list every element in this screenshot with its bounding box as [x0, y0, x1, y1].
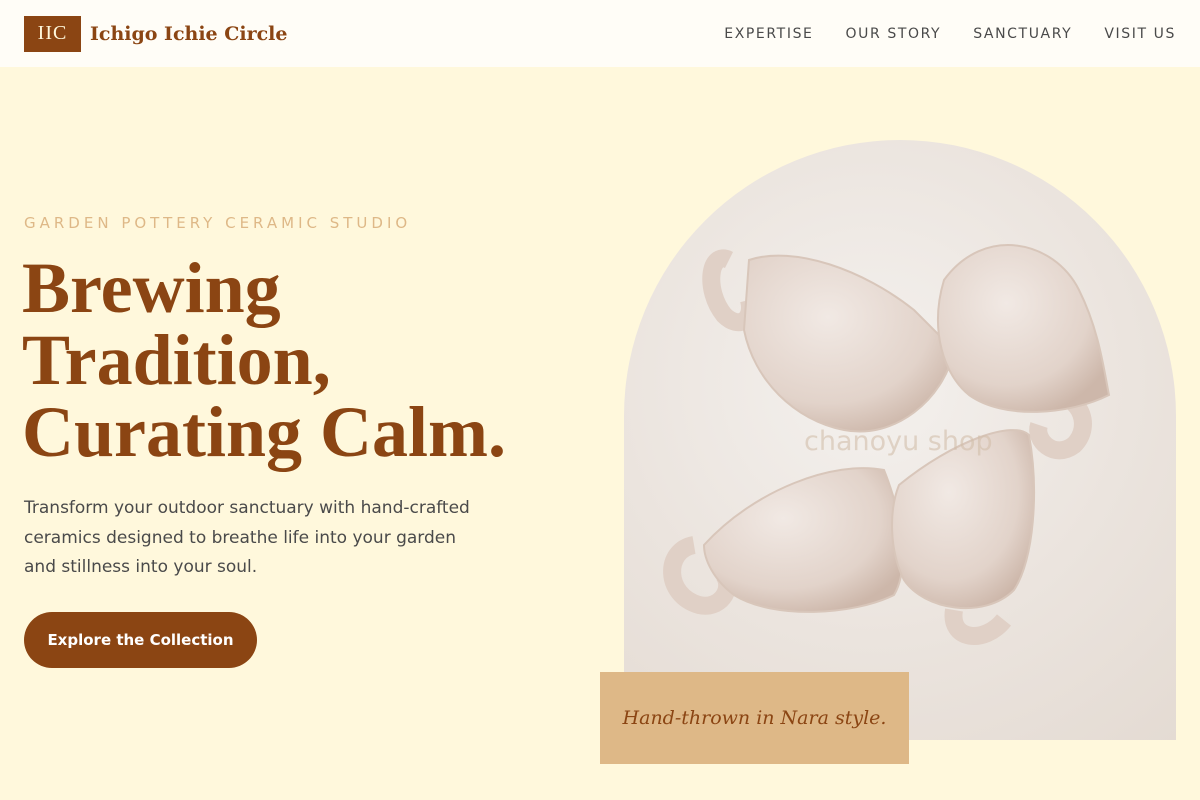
- image-watermark: chanoyu shop: [804, 426, 993, 457]
- hero-lead: Transform your outdoor sanctuary with ha…: [24, 498, 470, 577]
- cup-shape: [702, 249, 956, 433]
- nav-item-visit-us[interactable]: VISIT US: [1104, 26, 1176, 42]
- cup-shape: [891, 429, 1035, 645]
- nav-item-our-story[interactable]: OUR STORY: [846, 26, 942, 42]
- caption-card: Hand-thrown in Nara style.: [600, 672, 909, 764]
- site-header: IIC Ichigo Ichie Circle EXPERTISE OUR ST…: [0, 0, 1200, 67]
- hero-headline: Brewing Tradition, Curating Calm.: [22, 252, 582, 468]
- nav-item-sanctuary[interactable]: SANCTUARY: [973, 26, 1072, 42]
- explore-collection-button[interactable]: Explore the Collection: [24, 612, 257, 668]
- cup-shape: [663, 467, 904, 615]
- headline-line-2: Tradition,: [22, 320, 331, 400]
- brand-name[interactable]: Ichigo Ichie Circle: [90, 23, 287, 45]
- main-nav: EXPERTISE OUR STORY SANCTUARY VISIT US: [724, 26, 1176, 42]
- headline-line-3: Curating Calm.: [22, 392, 506, 472]
- cup-shape: [937, 244, 1111, 460]
- logo-badge[interactable]: IIC: [24, 15, 81, 52]
- hero-eyebrow: GARDEN POTTERY CERAMIC STUDIO: [24, 214, 412, 232]
- brand[interactable]: IIC Ichigo Ichie Circle: [24, 15, 287, 52]
- headline-line-1: Brewing: [22, 248, 281, 328]
- hero-image: chanoyu shop: [624, 140, 1176, 740]
- caption-text: Hand-thrown in Nara style.: [622, 707, 887, 729]
- nav-item-expertise[interactable]: EXPERTISE: [724, 26, 813, 42]
